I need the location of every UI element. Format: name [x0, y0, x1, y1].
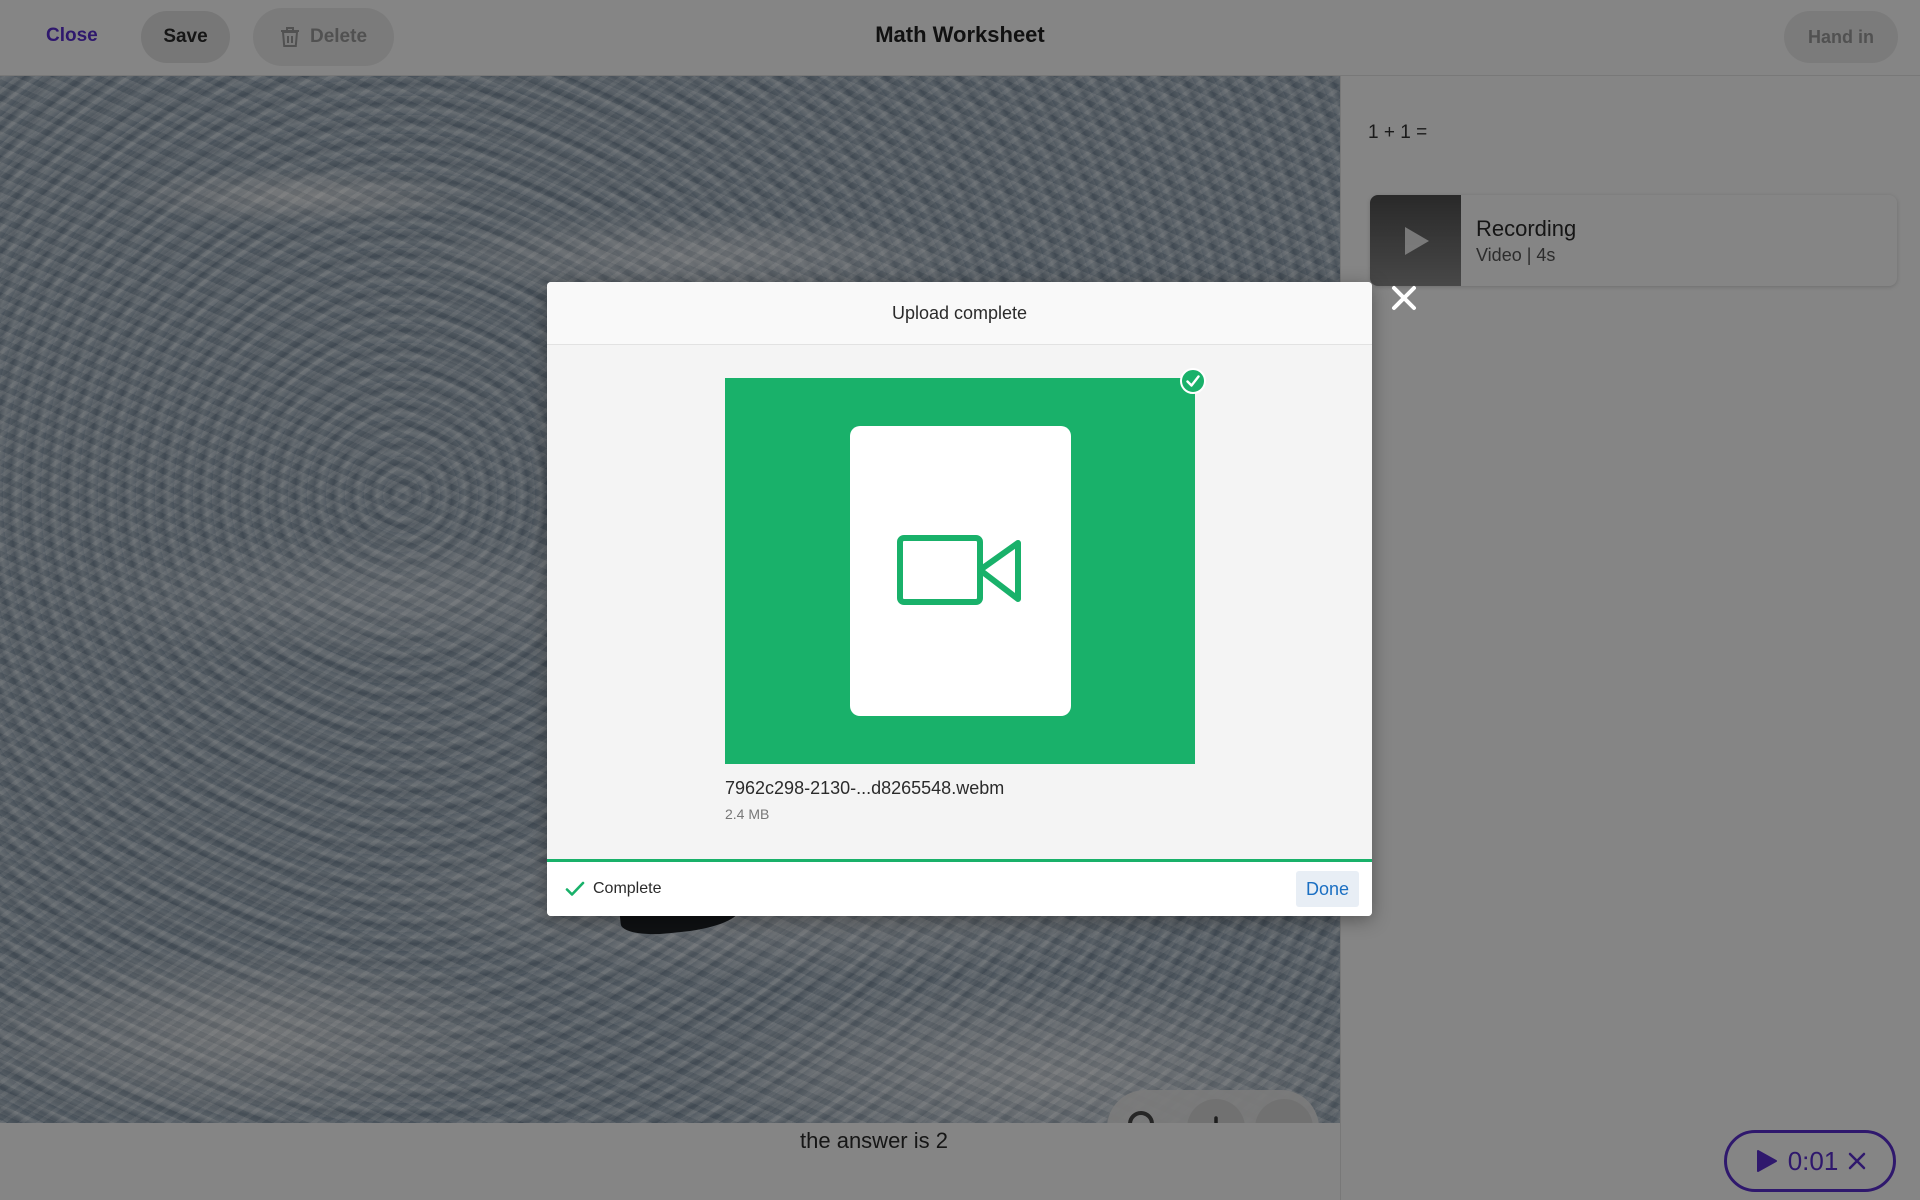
file-size: 2.4 MB — [725, 806, 770, 822]
file-preview — [725, 368, 1206, 764]
file-thumbnail — [725, 378, 1195, 764]
upload-dialog: Upload complete 7962c298-2130-...d826554… — [547, 282, 1372, 916]
modal-close-button[interactable] — [1386, 280, 1422, 316]
video-camera-icon — [897, 535, 1021, 605]
dialog-title: Upload complete — [547, 282, 1372, 345]
upload-success-icon — [1180, 368, 1206, 394]
dialog-footer: Complete Done — [547, 859, 1372, 916]
document-card — [849, 426, 1071, 716]
status-label: Complete — [593, 880, 662, 897]
file-name: 7962c298-2130-...d8265548.webm — [725, 778, 1005, 798]
upload-status: Complete — [565, 880, 661, 898]
checkmark-icon — [565, 881, 585, 896]
close-icon — [1392, 286, 1416, 310]
done-button[interactable]: Done — [1295, 871, 1359, 907]
